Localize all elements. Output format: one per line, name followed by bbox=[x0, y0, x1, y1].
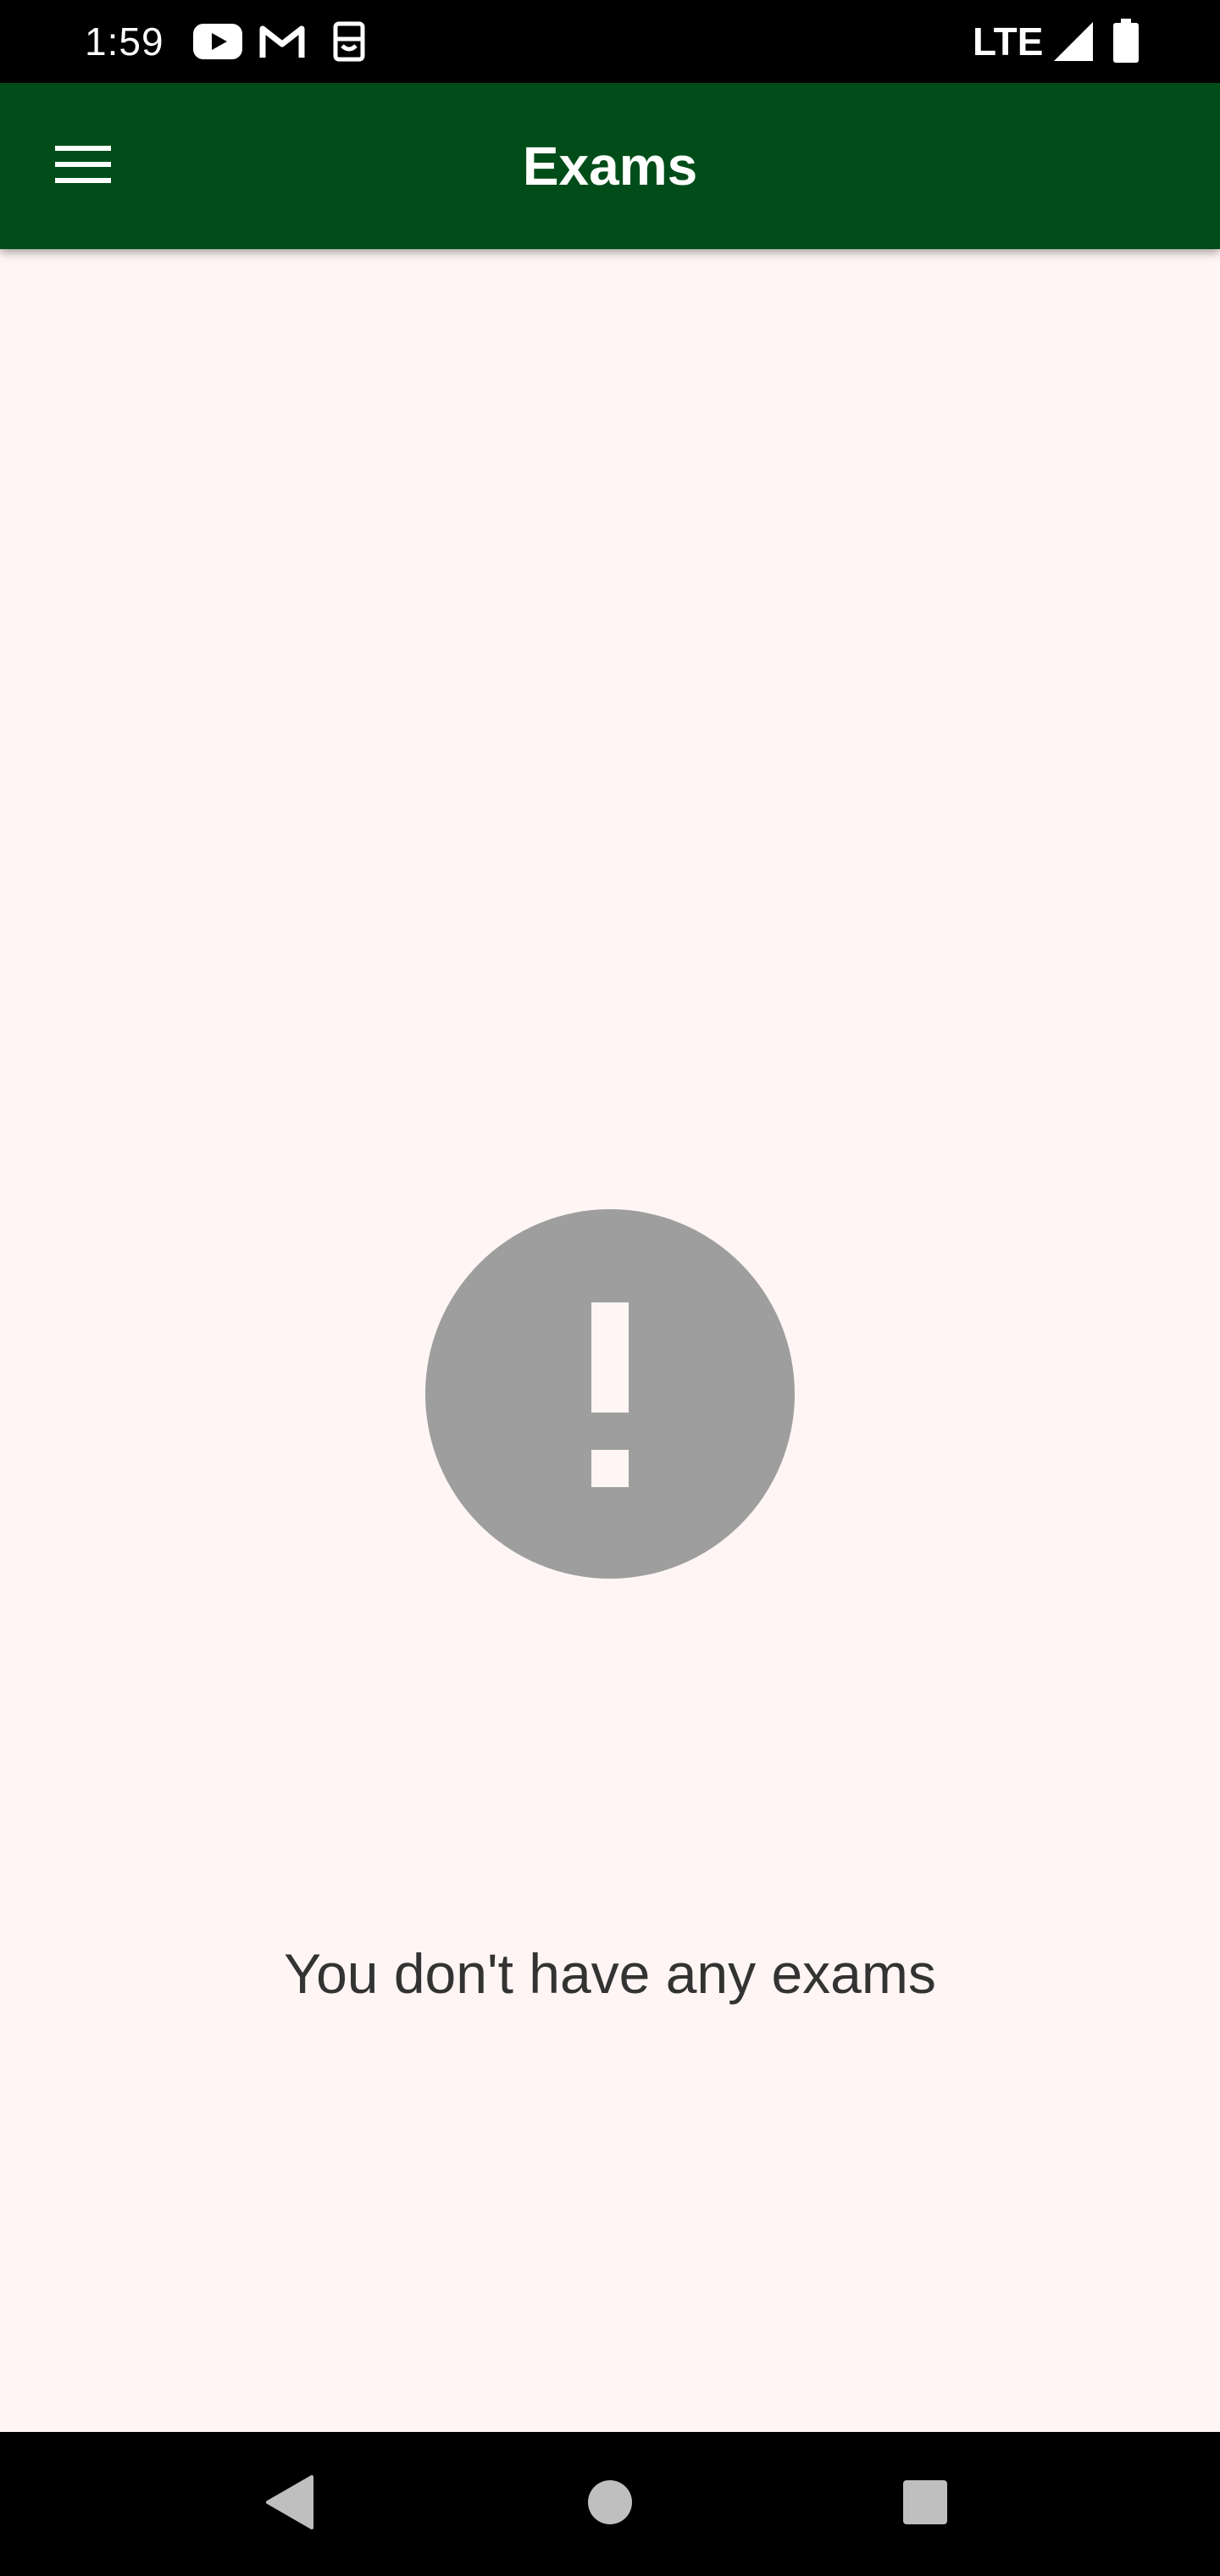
home-icon bbox=[586, 2479, 634, 2530]
back-button[interactable] bbox=[239, 2453, 341, 2555]
navigation-bar bbox=[0, 2432, 1220, 2576]
battery-icon bbox=[1113, 19, 1139, 67]
menu-button[interactable] bbox=[34, 117, 132, 215]
youtube-icon bbox=[193, 24, 242, 64]
app-bar: Exams bbox=[0, 83, 1220, 249]
recents-button[interactable] bbox=[874, 2453, 976, 2555]
hamburger-menu-icon bbox=[55, 144, 111, 189]
status-time: 1:59 bbox=[85, 19, 164, 64]
status-bar: 1:59 LTE bbox=[0, 0, 1220, 83]
page-title: Exams bbox=[522, 136, 698, 197]
recents-icon bbox=[901, 2479, 949, 2530]
empty-state-message: You don't have any exams bbox=[284, 1942, 936, 2005]
back-icon bbox=[264, 2474, 315, 2534]
alert-circle-icon bbox=[425, 1209, 795, 1579]
home-button[interactable] bbox=[559, 2453, 661, 2555]
main-content: You don't have any exams bbox=[0, 249, 1220, 2432]
gmail-icon bbox=[259, 24, 305, 64]
sim-notification-icon bbox=[332, 20, 366, 67]
network-type: LTE bbox=[973, 19, 1044, 64]
signal-icon bbox=[1054, 22, 1093, 65]
